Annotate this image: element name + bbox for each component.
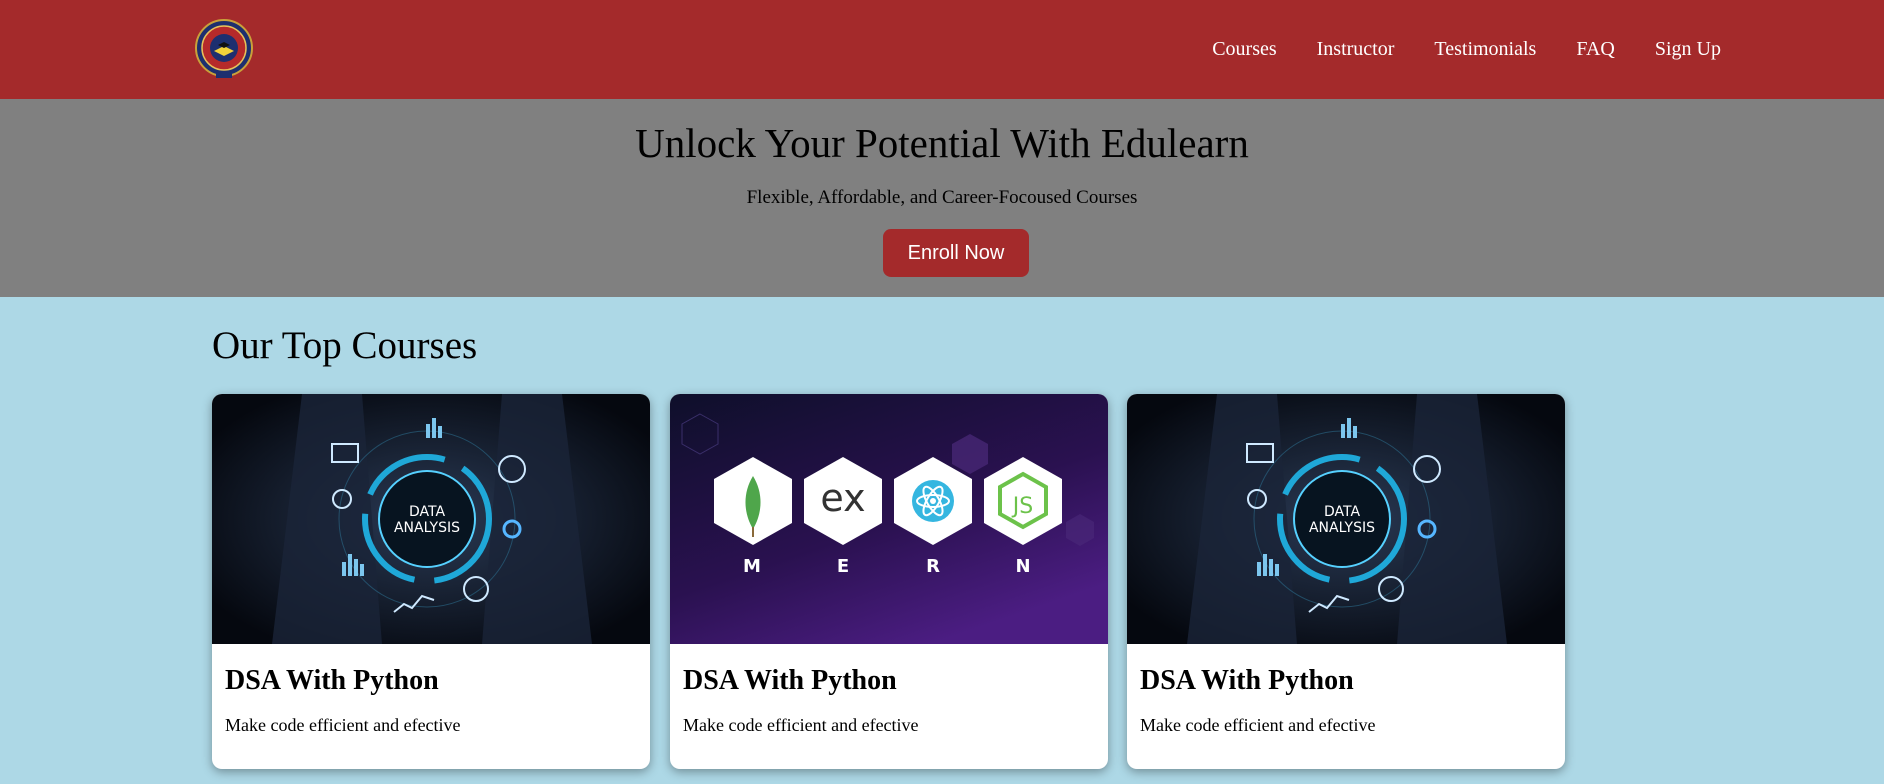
enroll-now-button[interactable]: Enroll Now — [883, 229, 1029, 277]
svg-text:JS: JS — [1011, 494, 1033, 519]
course-card[interactable]: DATA ANALYSIS DSA With Python Make code … — [212, 394, 650, 769]
course-title: DSA With Python — [683, 665, 897, 696]
svg-text:N: N — [1015, 556, 1030, 577]
svg-text:ANALYSIS: ANALYSIS — [1309, 520, 1375, 536]
svg-text:DATA: DATA — [409, 504, 445, 520]
site-header: Courses Instructor Testimonials FAQ Sign… — [0, 0, 1884, 99]
svg-text:ex: ex — [820, 476, 865, 520]
nav-courses-link[interactable]: Courses — [1212, 36, 1276, 62]
data-analysis-image: DATA ANALYSIS — [1127, 394, 1565, 644]
course-description: Make code efficient and efective — [683, 715, 919, 735]
course-title: DSA With Python — [225, 665, 439, 696]
course-title: DSA With Python — [1140, 665, 1354, 696]
svg-text:M: M — [743, 556, 761, 577]
svg-text:E: E — [837, 556, 849, 577]
nav-signup-link[interactable]: Sign Up — [1655, 36, 1721, 62]
main-nav: Courses Instructor Testimonials FAQ Sign… — [1212, 36, 1721, 62]
section-title: Our Top Courses — [212, 324, 478, 367]
course-description: Make code efficient and efective — [225, 715, 461, 735]
hero-subtitle: Flexible, Affordable, and Career-Focouse… — [746, 187, 1138, 208]
course-card[interactable]: ex JS M E R N DSA With Python Make code … — [670, 394, 1108, 769]
course-description: Make code efficient and efective — [1140, 715, 1376, 735]
hero-title: Unlock Your Potential With Edulearn — [635, 120, 1249, 166]
mern-stack-image: ex JS M E R N — [670, 394, 1108, 644]
course-card[interactable]: DATA ANALYSIS DSA With Python Make code … — [1127, 394, 1565, 769]
svg-text:DATA: DATA — [1324, 504, 1360, 520]
hero-section: Unlock Your Potential With Edulearn Flex… — [0, 99, 1884, 297]
edulearn-logo-icon[interactable] — [194, 18, 254, 80]
data-analysis-image: DATA ANALYSIS — [212, 394, 650, 644]
nav-testimonials-link[interactable]: Testimonials — [1434, 36, 1536, 62]
svg-text:ANALYSIS: ANALYSIS — [394, 520, 460, 536]
nav-instructor-link[interactable]: Instructor — [1317, 36, 1395, 62]
nav-faq-link[interactable]: FAQ — [1576, 36, 1615, 62]
svg-text:R: R — [926, 556, 940, 577]
